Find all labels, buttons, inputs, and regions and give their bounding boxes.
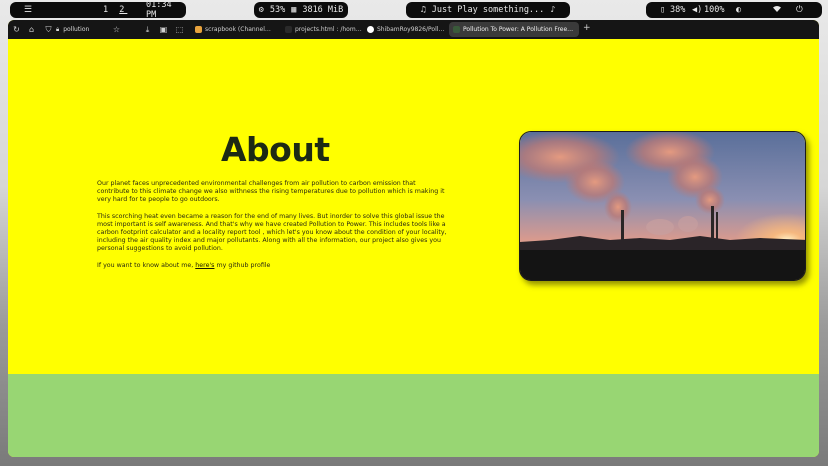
- media-play-icon[interactable]: ♪: [550, 5, 555, 15]
- volume-level: 100%: [704, 5, 725, 15]
- url-text[interactable]: pollution: [63, 26, 89, 33]
- workspace-switcher[interactable]: 1 2: [103, 5, 127, 15]
- system-stats: ⚙ 53% ▦ 3816 MiB: [254, 2, 348, 18]
- github-favicon-icon: [367, 26, 374, 33]
- github-suffix-text: my github profile: [214, 261, 271, 269]
- about-paragraph-2: This scorching heat even became a reason…: [97, 212, 447, 253]
- about-section: Our planet faces unprecedented environme…: [97, 180, 447, 278]
- workspace-1[interactable]: 1: [103, 5, 111, 15]
- about-paragraph-1: Our planet faces unprecedented environme…: [97, 180, 445, 204]
- tab-label: scrapbook (Channel) - Ha: [205, 26, 273, 33]
- lock-icon: 🔒︎: [56, 25, 60, 33]
- menu-icon[interactable]: ☰: [24, 5, 32, 15]
- browser-window: ↻ ⌂ ⛉ 🔒︎ pollution ☆ ⤓ ▣ ⬚ scrapbook (Ch…: [8, 20, 819, 457]
- workspace-2[interactable]: 2: [119, 5, 127, 15]
- media-player[interactable]: ♫ Just Play something... ♪: [406, 2, 570, 18]
- tab-label: projects.html : /home/pr: [295, 26, 363, 33]
- tab-label: ShibamRoy9826/Pollution: [377, 26, 445, 33]
- workspace-panel: ☰ 1 2 01:34 PM: [10, 0, 186, 20]
- home-icon[interactable]: ⌂: [26, 24, 37, 35]
- battery-level: 38%: [670, 5, 686, 15]
- clock: 01:34 PM: [146, 0, 172, 20]
- tab-label: Pollution To Power: A Pollution Free fut…: [463, 26, 575, 33]
- battery-icon: ▯: [660, 5, 666, 15]
- download-icon[interactable]: ⤓: [142, 24, 153, 35]
- bookmark-star-icon[interactable]: ☆: [111, 24, 122, 35]
- extensions-icon[interactable]: ▣: [158, 24, 169, 35]
- cpu-icon: ⚙: [258, 5, 264, 15]
- music-note-icon: ♫: [420, 5, 426, 15]
- volume-icon[interactable]: ◀): [692, 5, 702, 15]
- github-profile-link[interactable]: here's: [195, 262, 214, 269]
- slack-favicon-icon: [195, 26, 202, 33]
- about-paragraph-3: If you want to know about me, here's my …: [97, 262, 447, 270]
- new-tab-button[interactable]: +: [583, 23, 591, 33]
- shield-icon[interactable]: ⛉: [43, 24, 54, 35]
- heart-favicon-icon: [453, 26, 460, 33]
- footer-band: [8, 374, 819, 457]
- page-title: About: [221, 130, 330, 169]
- tab-pollution-to-power[interactable]: Pollution To Power: A Pollution Free fut…: [449, 22, 579, 37]
- memory-usage: 3816 MiB: [302, 5, 344, 15]
- tab-github[interactable]: ShibamRoy9826/Pollution: [363, 22, 449, 37]
- container-icon[interactable]: ⬚: [174, 24, 185, 35]
- brightness-icon[interactable]: ◐: [736, 5, 741, 15]
- github-prompt-text: If you want to know about me,: [97, 261, 196, 269]
- wifi-icon[interactable]: [772, 5, 782, 16]
- tab-projects[interactable]: projects.html : /home/pr: [281, 22, 367, 37]
- reload-icon[interactable]: ↻: [11, 24, 22, 35]
- power-icon[interactable]: ⏻: [796, 5, 803, 15]
- cpu-usage: 53%: [269, 5, 286, 15]
- file-favicon-icon: [285, 26, 292, 33]
- media-title: Just Play something...: [431, 5, 545, 15]
- status-panel: ▯ 38% ◀) 100% ◐ ⏻: [646, 2, 822, 18]
- tab-bar: ↻ ⌂ ⛉ 🔒︎ pollution ☆ ⤓ ▣ ⬚ scrapbook (Ch…: [8, 20, 819, 39]
- memory-icon: ▦: [291, 5, 297, 15]
- pollution-photo: [519, 131, 806, 281]
- tab-scrapbook[interactable]: scrapbook (Channel) - Ha: [191, 22, 277, 37]
